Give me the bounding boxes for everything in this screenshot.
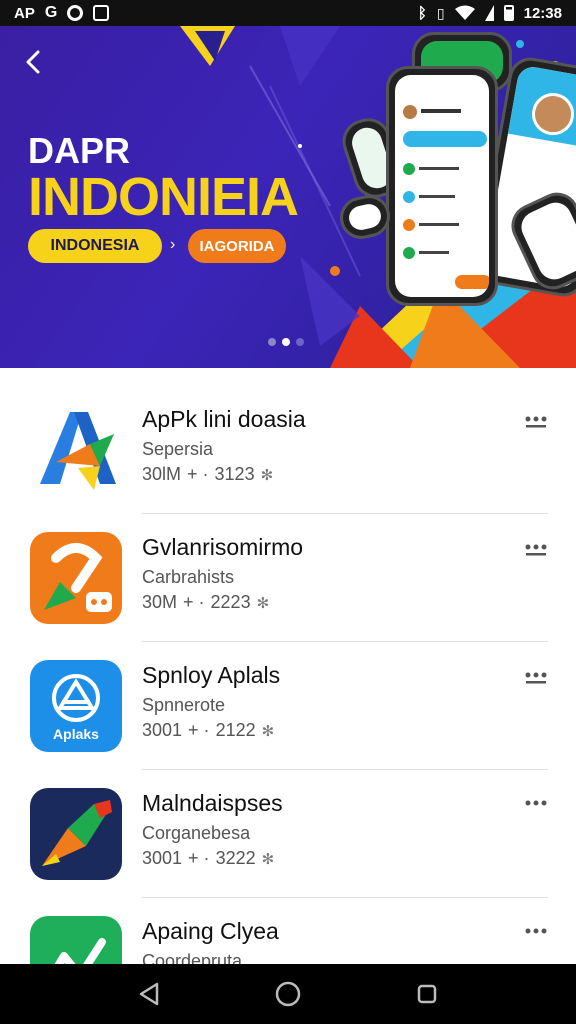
banner-pill-secondary[interactable]: IAGORIDA: [188, 229, 286, 263]
app-date: 3123: [214, 464, 255, 484]
status-bar: AP G ᛒ ▯ 12:38: [0, 0, 576, 26]
gear-icon: ✻: [260, 466, 274, 484]
app-name: ApPk lini doasia: [142, 406, 306, 432]
banner-pill-separator: ›: [170, 236, 176, 253]
app-icon-3: Aplaks: [30, 660, 122, 752]
wifi-icon: [454, 5, 475, 20]
nav-back-button[interactable]: [125, 970, 173, 1018]
chevron-left-icon: [26, 50, 40, 74]
banner-title-line2: INDONIEIA: [28, 167, 299, 227]
carousel-dot[interactable]: [268, 338, 276, 346]
app-icon-2: [30, 532, 122, 624]
more-icon: [525, 928, 547, 934]
app-meta-separator: + ·: [187, 464, 209, 484]
more-button[interactable]: [522, 926, 550, 946]
phone-mockup-main: [386, 66, 498, 306]
app-meta-separator: + ·: [188, 848, 210, 868]
carousel-dot[interactable]: [296, 338, 304, 346]
signal-icon: [484, 5, 494, 21]
app-name: Malndaispses: [142, 790, 283, 816]
status-left-text: AP: [14, 4, 35, 22]
square-recents-icon: [417, 984, 436, 1004]
app-meta: 3001 + · 3222 ✻: [142, 848, 274, 869]
app-category: Corganebesa: [142, 823, 251, 843]
app-date: 2122: [215, 720, 256, 740]
vibrate-icon: ▯: [436, 4, 445, 21]
nav-recents-button[interactable]: [403, 970, 451, 1018]
g-icon: G: [44, 4, 58, 21]
app-size: 3001: [142, 720, 183, 740]
list-item[interactable]: Malndaispses Corganebesa 3001 + · 3222 ✻: [0, 770, 576, 898]
app-date: 2223: [210, 592, 251, 612]
back-button[interactable]: [22, 48, 50, 76]
app-meta: 30M + · 2223 ✻: [142, 592, 269, 613]
circle-notification-icon: [67, 5, 84, 21]
battery-icon: [503, 5, 514, 21]
banner-pill-primary[interactable]: INDONESIA: [28, 229, 162, 263]
triangle-back-icon: [140, 982, 159, 1006]
app-name: Gvlanrisomirmo: [142, 534, 304, 560]
more-button[interactable]: [522, 670, 550, 690]
nav-home-button[interactable]: [264, 970, 312, 1018]
list-item[interactable]: ApPk lini doasia Sepersia 30lM + · 3123 …: [0, 386, 576, 514]
app-category: Spnnerote: [142, 695, 226, 715]
more-icon: [525, 672, 547, 684]
app-category: Carbrahists: [142, 567, 235, 587]
gear-icon: ✻: [256, 594, 270, 612]
list-item[interactable]: Aplaks Spnloy Aplals Spnnerote 3001 + · …: [0, 642, 576, 770]
more-button[interactable]: [522, 542, 550, 562]
app-name: Spnloy Aplals: [142, 662, 281, 688]
more-button[interactable]: [522, 414, 550, 434]
carousel-indicator: [268, 338, 304, 346]
more-icon: [525, 416, 547, 428]
gear-icon: ✻: [261, 722, 275, 740]
app-size: 30lM: [142, 464, 182, 484]
app-list: ApPk lini doasia Sepersia 30lM + · 3123 …: [0, 386, 576, 1024]
app-icon-1: [30, 404, 122, 496]
more-button[interactable]: [522, 798, 550, 818]
app-date: 3222: [215, 848, 256, 868]
gear-icon: ✻: [261, 850, 275, 868]
app-meta-separator: + ·: [183, 592, 205, 612]
app-icon-3-label: Aplaks: [53, 726, 99, 742]
app-meta: 3001 + · 2122 ✻: [142, 720, 274, 741]
list-item[interactable]: Gvlanrisomirmo Carbrahists 30M + · 2223 …: [0, 514, 576, 642]
circle-home-icon: [275, 981, 301, 1007]
square-notification-icon: [93, 5, 110, 21]
app-category: Sepersia: [142, 439, 214, 459]
app-size: 30M: [142, 592, 178, 612]
system-nav-bar: [0, 964, 576, 1024]
app-name: Apaing Clyea: [142, 918, 279, 944]
app-meta: 30lM + · 3123 ✻: [142, 464, 273, 485]
app-size: 3001: [142, 848, 183, 868]
bluetooth-icon: ᛒ: [417, 4, 427, 22]
app-meta-separator: + ·: [188, 720, 210, 740]
more-icon: [525, 544, 547, 556]
more-icon: [525, 800, 547, 806]
hero-banner[interactable]: DAPR INDONIEIA INDONESIA › IAGORIDA: [0, 26, 576, 368]
carousel-dot-active[interactable]: [282, 338, 290, 346]
app-icon-4: [30, 788, 122, 880]
status-time: 12:38: [523, 4, 562, 22]
